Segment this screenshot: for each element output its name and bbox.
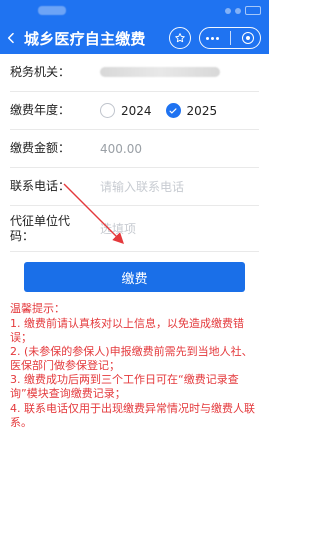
capsule-divider xyxy=(230,31,231,45)
tip-line-3: 3. 缴费成功后两到三个工作日可在“缴费记录查询”模块查询缴费记录； xyxy=(10,373,239,401)
radio-unchecked-icon xyxy=(100,103,115,118)
app-header: 城乡医疗自主缴费 xyxy=(0,22,269,54)
tips-title: 温馨提示： xyxy=(10,302,65,315)
dot xyxy=(216,36,219,40)
year-row: 缴费年度： 2024 2025 xyxy=(10,92,259,130)
tax-authority-value xyxy=(100,66,259,80)
check-icon xyxy=(169,107,177,114)
status-icons xyxy=(225,6,261,15)
header-actions xyxy=(169,27,261,49)
pay-button[interactable]: 缴费 xyxy=(24,262,245,292)
favorite-button[interactable] xyxy=(169,27,191,49)
tax-authority-blurred xyxy=(100,66,220,77)
chevron-left-icon xyxy=(7,32,14,44)
page-title: 城乡医疗自主缴费 xyxy=(24,29,146,48)
target-icon[interactable] xyxy=(242,32,254,44)
phone-row: 联系电话： 请输入联系电话 xyxy=(10,168,259,206)
agent-code-label-line2: 码： xyxy=(10,228,35,243)
tax-authority-label: 税务机关： xyxy=(10,65,71,79)
agent-code-row: 代征单位代 码： 选填项 xyxy=(10,206,259,252)
radio-checked-icon xyxy=(165,103,181,118)
agent-code-label: 代征单位代 码： xyxy=(10,214,100,244)
year-option-label: 2024 xyxy=(121,103,152,118)
tips-section: 温馨提示： 1. 缴费前请认真核对以上信息，以免造成缴费错误； 2. (未参保的… xyxy=(0,302,269,430)
form-content: 税务机关： 缴费年度： 2024 2025 缴费金额： 400.00 联系电话：… xyxy=(0,54,269,292)
miniapp-capsule xyxy=(199,27,261,49)
agent-code-input[interactable]: 选填项 xyxy=(100,220,259,237)
tax-authority-row: 税务机关： xyxy=(10,54,259,92)
back-button[interactable] xyxy=(0,22,22,54)
amount-label: 缴费金额： xyxy=(10,141,71,155)
tip-line-1: 1. 缴费前请认真核对以上信息，以免造成缴费错误； xyxy=(10,317,244,345)
wifi-icon xyxy=(235,7,241,14)
year-option-2024[interactable]: 2024 xyxy=(100,103,152,118)
tip-line-4: 4. 联系电话仅用于出现缴费异常情况时与缴费人联系。 xyxy=(10,401,255,429)
year-label: 缴费年度： xyxy=(10,103,71,117)
year-radio-group: 2024 2025 xyxy=(100,103,259,118)
pay-area: 缴费 xyxy=(10,262,259,292)
dot xyxy=(206,36,209,40)
phone-input[interactable]: 请输入联系电话 xyxy=(100,178,259,195)
tip-line-2: 2. (未参保的参保人)申报缴费前需先到当地人社、医保部门做参保登记； xyxy=(10,345,253,373)
year-option-2025[interactable]: 2025 xyxy=(165,103,218,118)
year-option-label: 2025 xyxy=(186,103,218,118)
star-icon xyxy=(175,33,185,43)
dot xyxy=(211,36,214,40)
agent-code-label-line1: 代征单位代 xyxy=(10,213,71,228)
more-dots-icon[interactable] xyxy=(206,36,219,40)
phone-label: 联系电话： xyxy=(10,179,71,193)
amount-row: 缴费金额： 400.00 xyxy=(10,130,259,168)
battery-icon xyxy=(245,6,261,15)
status-bar xyxy=(0,0,269,22)
signal-icon xyxy=(225,7,231,14)
status-time xyxy=(38,6,66,15)
amount-value: 400.00 xyxy=(100,141,142,156)
